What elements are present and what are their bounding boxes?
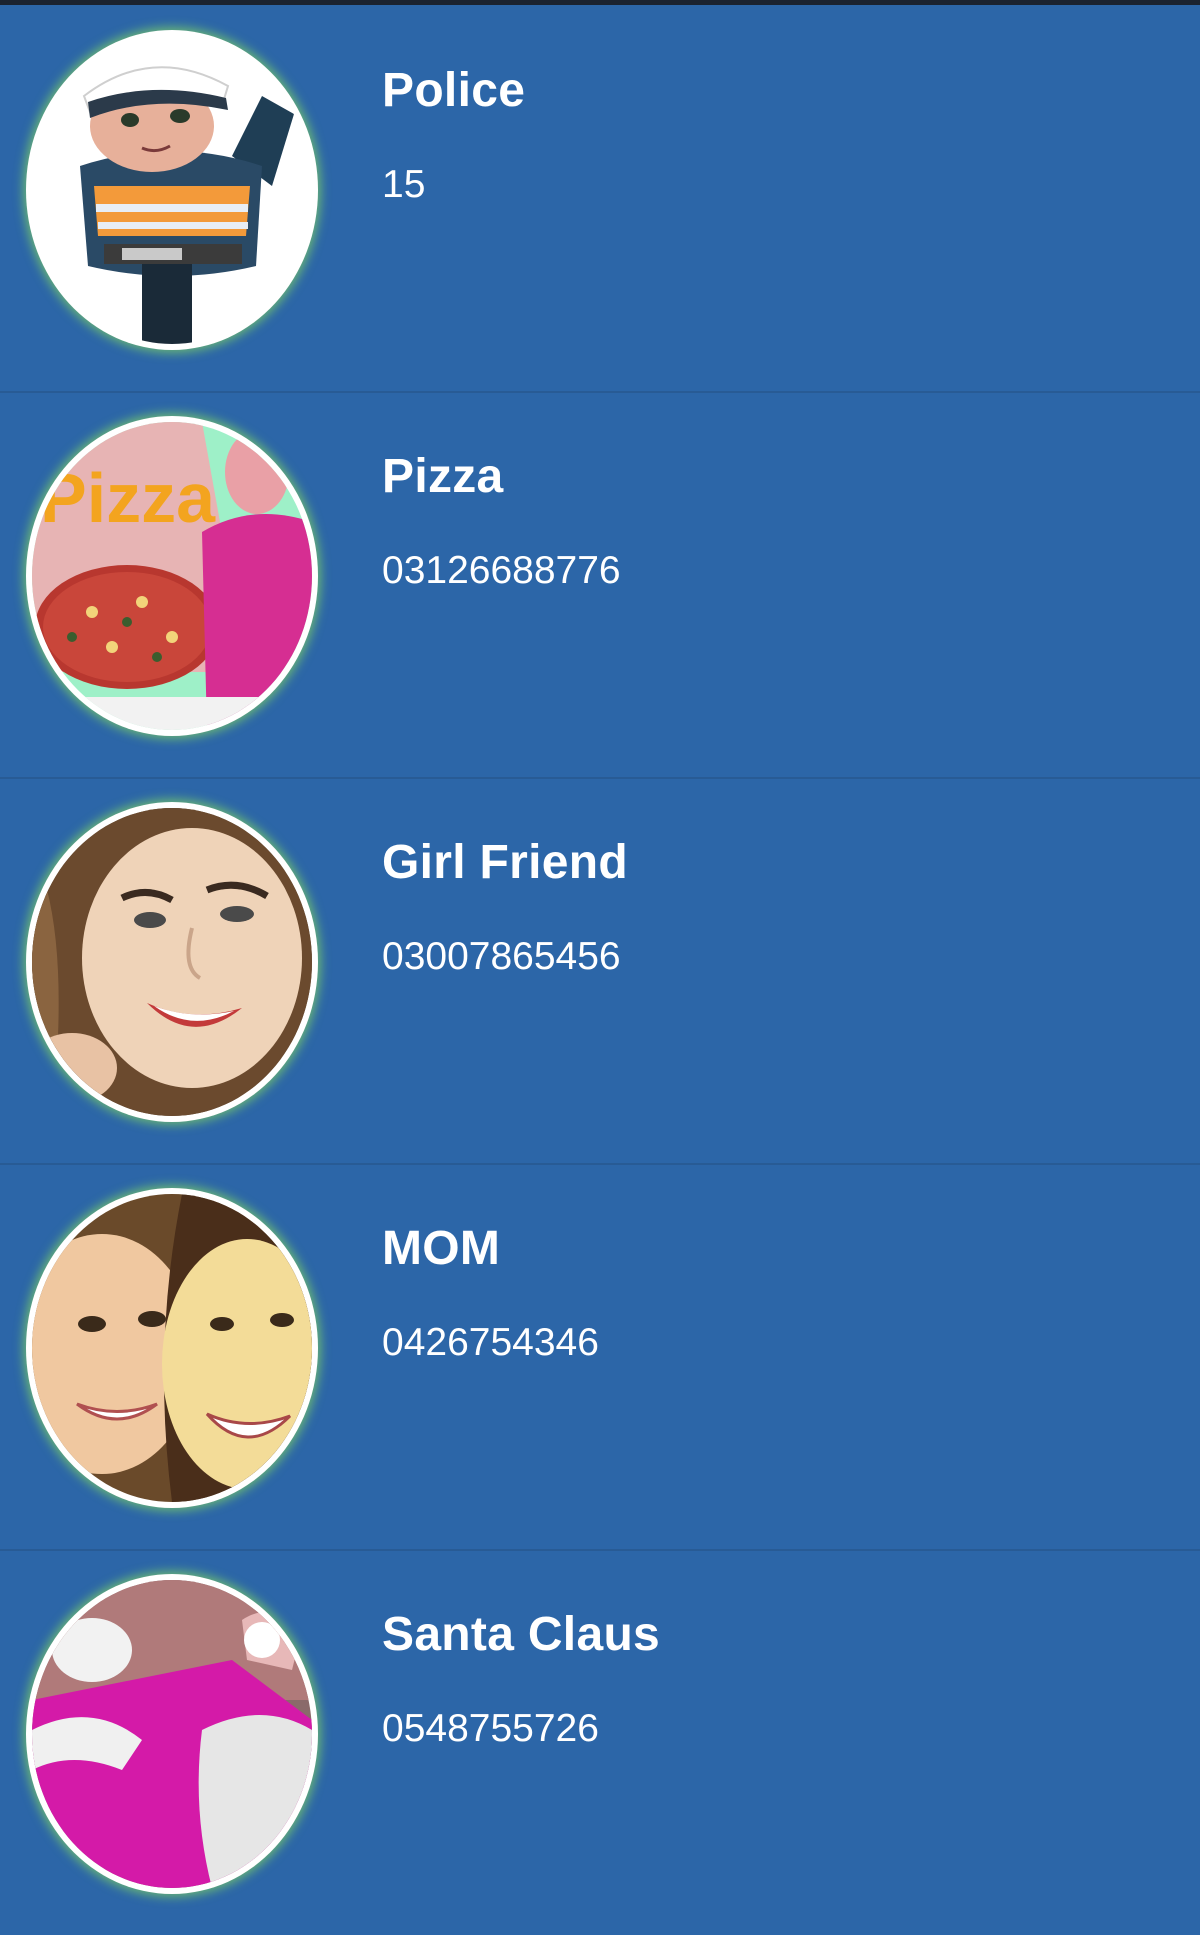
contact-row-mom[interactable]: MOM 0426754346 — [0, 1163, 1200, 1551]
santa-claus-avatar — [26, 1574, 318, 1894]
pizza-box-lettering: Pizza — [40, 459, 216, 537]
girl-friend-image — [32, 808, 312, 1116]
police-officer-image — [32, 36, 312, 344]
contact-row-girl-friend[interactable]: Girl Friend 03007865456 — [0, 777, 1200, 1165]
contact-name: Pizza — [382, 450, 504, 503]
contact-number: 0548755726 — [382, 1707, 599, 1750]
santa-claus-image — [32, 1580, 312, 1888]
contact-name: Santa Claus — [382, 1608, 661, 1661]
contact-number: 03126688776 — [382, 549, 621, 592]
contact-name: Girl Friend — [382, 836, 628, 889]
contact-number: 15 — [382, 163, 426, 206]
contact-row-pizza[interactable]: Pizza Pizza 03126688776 — [0, 391, 1200, 779]
police-officer-avatar — [26, 30, 318, 350]
contact-name: Police — [382, 64, 526, 117]
contact-number: 03007865456 — [382, 935, 621, 978]
contact-list: Police 15 Pizza Pizza 03126688776 Girl F… — [0, 5, 1200, 1920]
contact-row-santa-claus[interactable]: Santa Claus 0548755726 — [0, 1549, 1200, 1935]
contact-number: 0426754346 — [382, 1321, 599, 1364]
mom-image — [32, 1194, 312, 1502]
contact-name: MOM — [382, 1222, 501, 1275]
pizza-delivery-avatar: Pizza — [26, 416, 318, 736]
girl-friend-avatar — [26, 802, 318, 1122]
contact-row-police[interactable]: Police 15 — [0, 5, 1200, 393]
pizza-delivery-image: Pizza — [32, 422, 312, 730]
mom-avatar — [26, 1188, 318, 1508]
